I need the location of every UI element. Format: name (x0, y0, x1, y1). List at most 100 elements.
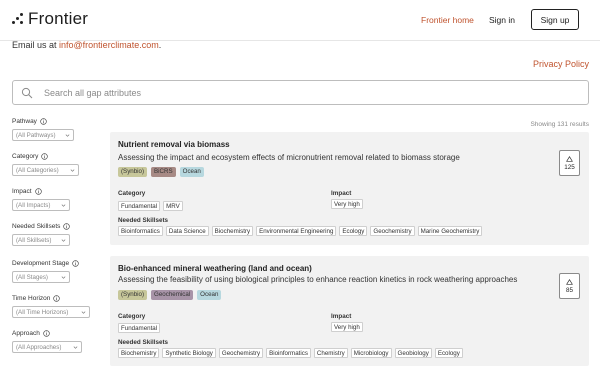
pathway-tags: (Synbio) BiCRS Ocean (118, 167, 204, 177)
card-description: Assessing the impact and ecosystem effec… (118, 153, 460, 162)
contact-email-link[interactable]: info@frontierclimate.com (59, 40, 159, 50)
filter-label: Pathway (12, 118, 37, 125)
category-chips: Fundamental (118, 323, 161, 333)
impact-select[interactable]: (All Impacts) (12, 199, 70, 211)
chevron-down-icon (81, 311, 86, 314)
category-chip: Fundamental (118, 201, 161, 211)
info-icon[interactable] (43, 330, 50, 337)
chevron-down-icon (73, 346, 78, 349)
contact-prefix: Email us at (12, 40, 60, 50)
pathway-select[interactable]: (All Pathways) (12, 129, 74, 141)
tag-synbio: (Synbio) (118, 290, 148, 300)
filter-label: Impact (12, 188, 32, 195)
impact-chips: Very high (331, 199, 363, 209)
impact-label: Impact (331, 313, 352, 320)
gap-card[interactable]: Bio-enhanced mineral weathering (land an… (110, 256, 589, 366)
info-icon[interactable] (53, 295, 61, 302)
skillsets-select[interactable]: (All Skillsets) (12, 234, 70, 246)
tag-geochemical: Geochemical (151, 290, 194, 300)
search-bar[interactable] (12, 80, 589, 105)
filter-stage: Development Stage (All Stages) (12, 260, 79, 283)
brand-name: Frontier (28, 9, 89, 28)
info-icon[interactable] (34, 188, 42, 195)
tag-bicrs: BiCRS (151, 167, 176, 177)
impact-label: Impact (331, 190, 352, 197)
contact-line: Email us at info@frontierclimate.com. (12, 40, 161, 50)
upvote-triangle-icon (566, 278, 573, 285)
chevron-down-icon (61, 276, 66, 279)
chevron-down-icon (65, 134, 70, 137)
sign-up-button[interactable]: Sign up (531, 9, 579, 30)
skillset-chip: Chemistry (313, 348, 348, 358)
category-chip: MRV (163, 201, 183, 211)
skillset-chip: Bioinformatics (266, 348, 311, 358)
chevron-down-icon (70, 169, 75, 172)
skillset-chip: Environmental Engineering (256, 226, 337, 236)
skillset-chip: Data Science (165, 226, 209, 236)
skillset-chip: Microbiology (350, 348, 392, 358)
card-title[interactable]: Bio-enhanced mineral weathering (land an… (118, 264, 312, 273)
skillset-chip: Geobiology (394, 348, 432, 358)
filter-label: Needed Skillsets (12, 223, 61, 230)
upvote-button[interactable]: 85 (559, 273, 580, 299)
frontier-home-link[interactable]: Frontier home (421, 15, 474, 25)
chevron-down-icon (61, 204, 66, 207)
tag-ocean: Ocean (197, 290, 222, 300)
skillset-chip: Ecology (434, 348, 463, 358)
tag-synbio: (Synbio) (118, 167, 148, 177)
tag-ocean: Ocean (179, 167, 204, 177)
info-icon[interactable] (40, 118, 47, 125)
pathway-tags: (Synbio) Geochemical Ocean (118, 290, 222, 300)
results-count: Showing 131 results (530, 121, 589, 128)
category-chips: Fundamental MRV (118, 201, 183, 211)
stage-select[interactable]: (All Stages) (12, 271, 70, 283)
filter-pathway: Pathway (All Pathways) (12, 118, 74, 141)
skillset-chip: Bioinformatics (118, 226, 163, 236)
filter-label: Category (12, 153, 39, 160)
filter-label: Approach (12, 330, 40, 337)
info-icon[interactable] (63, 223, 71, 230)
approach-select[interactable]: (All Approaches) (12, 341, 82, 353)
category-label: Category (118, 190, 146, 197)
skillset-chips: Bioinformatics Data Science Biochemistry… (118, 226, 483, 236)
privacy-policy-link[interactable]: Privacy Policy (533, 59, 589, 69)
time-horizon-select[interactable]: (All Time Horizons) (12, 306, 90, 318)
skillset-chip: Ecology (339, 226, 368, 236)
skillset-chips: Biochemistry Synthetic Biology Geochemis… (118, 348, 463, 358)
top-navbar: Frontier Frontier home Sign in Sign up (0, 0, 600, 41)
filter-approach: Approach (All Approaches) (12, 330, 82, 353)
info-icon[interactable] (41, 153, 49, 160)
brand-logo[interactable]: Frontier (12, 9, 88, 29)
gap-card[interactable]: Nutrient removal via biomass Assessing t… (110, 132, 589, 245)
skillsets-label: Needed Skillsets (118, 339, 169, 346)
filter-label: Development Stage (12, 260, 70, 267)
upvote-triangle-icon (566, 155, 573, 162)
info-icon[interactable] (72, 260, 79, 267)
contact-suffix: . (158, 40, 162, 50)
skillset-chip: Biochemistry (118, 348, 160, 358)
card-description: Assessing the feasibility of using biolo… (118, 275, 518, 284)
filter-skillsets: Needed Skillsets (All Skillsets) (12, 223, 71, 246)
search-icon (21, 87, 33, 99)
impact-chip: Very high (331, 199, 363, 209)
category-select[interactable]: (All Categories) (12, 164, 79, 176)
skillset-chip: Geochemistry (370, 226, 415, 236)
frontier-dots-icon (12, 13, 24, 25)
skillset-chip: Marine Geochemistry (417, 226, 483, 236)
skillset-chip: Geochemistry (218, 348, 264, 358)
filter-time-horizon: Time Horizon (All Time Horizons) (12, 295, 90, 318)
category-label: Category (118, 313, 146, 320)
skillset-chip: Biochemistry (211, 226, 254, 236)
filter-label: Time Horizon (12, 295, 51, 302)
vote-count: 85 (565, 286, 573, 294)
category-chip: Fundamental (118, 323, 161, 333)
upvote-button[interactable]: 125 (559, 150, 580, 176)
sign-in-link[interactable]: Sign in (489, 15, 515, 25)
filter-impact: Impact (All Impacts) (12, 188, 70, 211)
skillset-chip: Synthetic Biology (162, 348, 216, 358)
card-title[interactable]: Nutrient removal via biomass (118, 140, 230, 149)
search-input[interactable] (44, 87, 564, 98)
chevron-down-icon (61, 239, 66, 242)
filter-category: Category (All Categories) (12, 153, 79, 176)
impact-chips: Very high (331, 322, 363, 332)
